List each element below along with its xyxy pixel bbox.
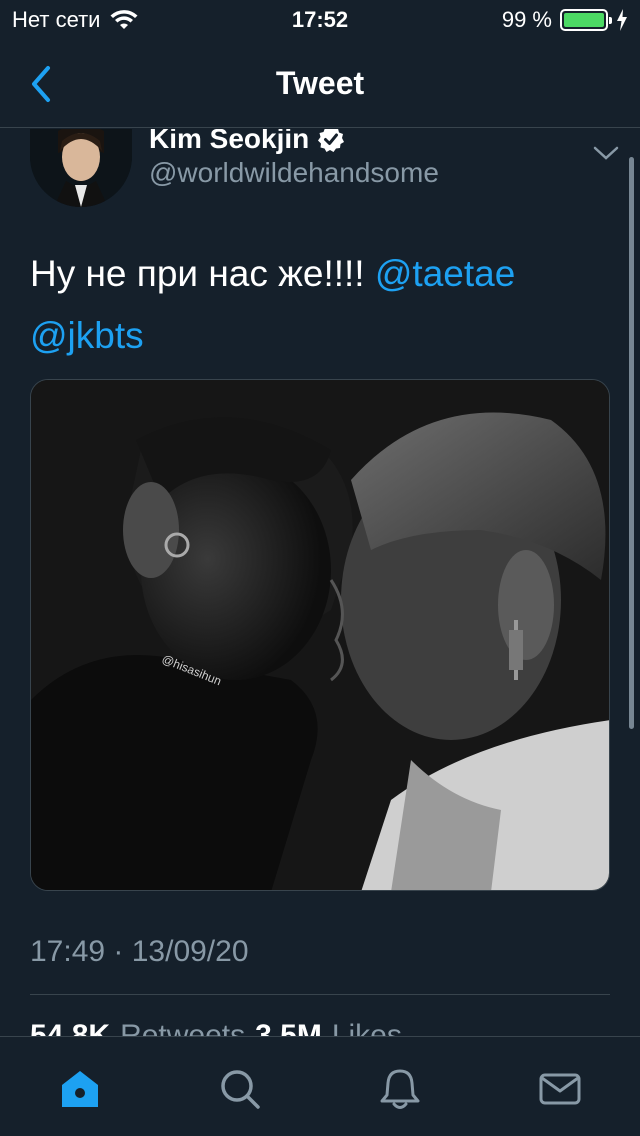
mention-taetae[interactable]: @taetae xyxy=(375,253,515,294)
tweet-author: Kim Seokjin @worldwildehandsome xyxy=(30,129,620,213)
verified-badge-icon xyxy=(318,129,345,152)
tab-notifications[interactable] xyxy=(376,1065,424,1113)
status-bar: Нет сети 17:52 99 % xyxy=(0,0,640,40)
battery-percent: 99 % xyxy=(501,7,552,32)
home-icon xyxy=(62,1071,98,1107)
tweet-detail: Kim Seokjin @worldwildehandsome Ну не пр… xyxy=(0,129,640,1036)
avatar[interactable] xyxy=(30,129,132,207)
tweet-options-button[interactable] xyxy=(592,143,620,163)
likes-label[interactable]: Likes xyxy=(332,1019,402,1036)
tab-search[interactable] xyxy=(216,1065,264,1113)
tweet-stats: 54,8K Retweets 3,5M Likes xyxy=(30,1019,402,1036)
tweet-text: Ну не при нас же!!!! @taetae @jkbts xyxy=(30,243,610,367)
tab-bar xyxy=(0,1036,640,1136)
author-name[interactable]: Kim Seokjin xyxy=(149,129,345,155)
status-right: 99 % xyxy=(502,7,628,33)
mail-icon xyxy=(539,1073,581,1105)
battery-fill xyxy=(564,13,604,27)
status-left: Нет сети xyxy=(12,7,138,33)
mention-jkbts[interactable]: @jkbts xyxy=(30,315,144,356)
search-icon xyxy=(221,1070,260,1109)
scrollbar[interactable] xyxy=(629,157,634,729)
avatar-image xyxy=(30,129,132,207)
tweet-text-body: Ну не при нас же!!!! xyxy=(30,253,375,294)
chevron-left-icon xyxy=(32,66,50,102)
tweet-media-image[interactable]: @hisasihun xyxy=(30,379,610,891)
author-name-text: Kim Seokjin xyxy=(149,129,310,154)
nav-header: Tweet xyxy=(0,40,640,128)
retweets-count[interactable]: 54,8K xyxy=(30,1019,110,1036)
battery-icon xyxy=(560,9,612,31)
tab-home[interactable] xyxy=(56,1065,104,1113)
author-handle[interactable]: @worldwildehandsome xyxy=(149,157,439,189)
tweet-timestamp: 17:49 · 13/09/20 xyxy=(30,935,249,968)
back-button[interactable] xyxy=(24,64,60,104)
page-title: Tweet xyxy=(275,65,365,101)
retweets-label[interactable]: Retweets xyxy=(120,1019,245,1036)
chevron-down-icon xyxy=(593,146,619,160)
tweet-photo: @hisasihun xyxy=(31,380,609,890)
tab-messages[interactable] xyxy=(536,1065,584,1113)
charging-bolt-icon xyxy=(617,9,627,31)
bell-icon xyxy=(380,1069,420,1109)
divider xyxy=(30,994,610,995)
wifi-icon xyxy=(110,10,138,29)
carrier-label: Нет сети xyxy=(12,7,101,32)
likes-count[interactable]: 3,5M xyxy=(255,1019,322,1036)
